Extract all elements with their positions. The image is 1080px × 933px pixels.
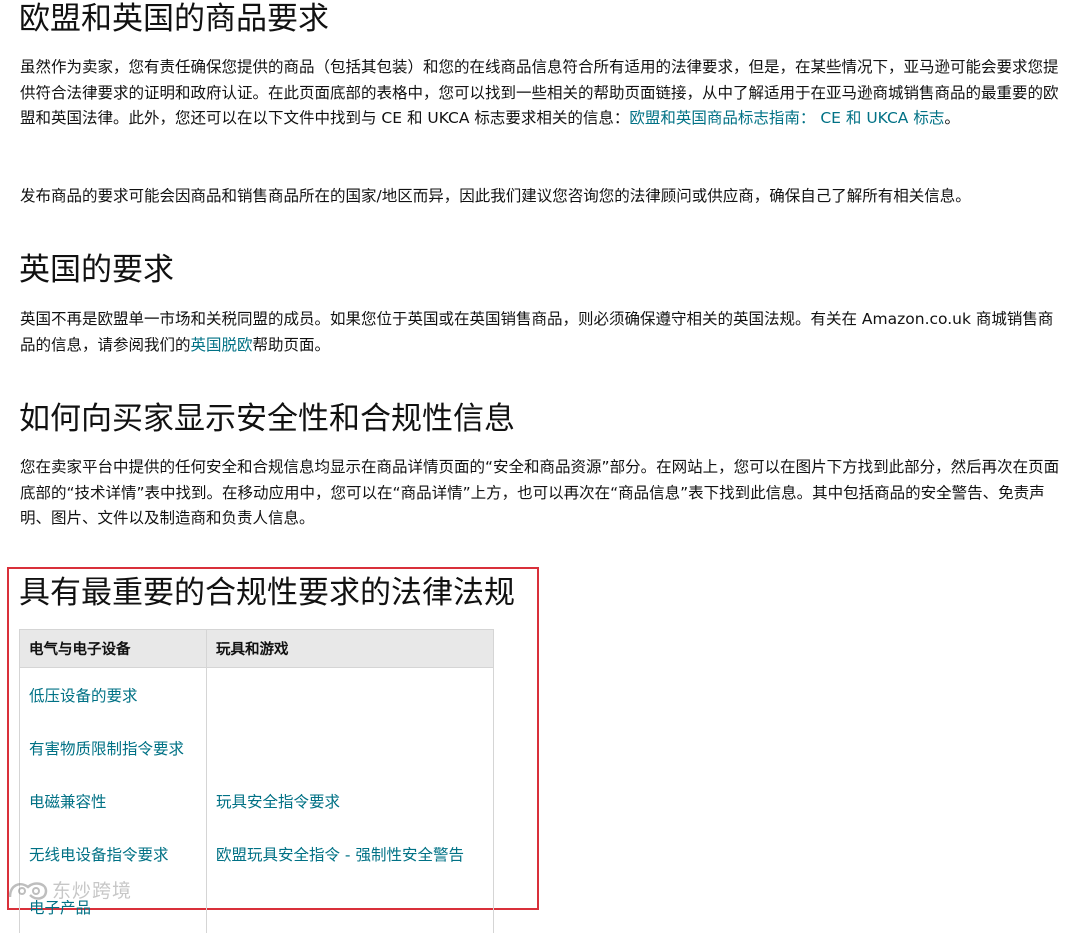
table-row: 低压设备的要求: [19, 667, 494, 721]
section-title-laws: 具有最重要的合规性要求的法律法规: [19, 575, 515, 611]
table-row: 电磁兼容性 玩具安全指令要求: [19, 774, 494, 827]
table-row: 有害物质限制指令要求: [19, 721, 494, 774]
section-title-uk: 英国的要求: [19, 252, 174, 288]
table-cell: 无线电设备指令要求: [19, 827, 207, 880]
uk-paragraph: 英国不再是欧盟单一市场和关税同盟的成员。如果您位于英国或在英国销售商品，则必须确…: [20, 307, 1060, 358]
column-header-toys: 玩具和游戏: [206, 629, 494, 668]
eu-uk-paragraph-2: 发布商品的要求可能会因商品和销售商品所在的国家/地区而异，因此我们建议您咨询您的…: [20, 187, 971, 205]
section-title-eu-uk: 欧盟和英国的商品要求: [19, 1, 329, 37]
section-title-display: 如何向买家显示安全性和合规性信息: [19, 401, 515, 437]
table-cell: [206, 721, 494, 774]
brexit-link[interactable]: 英国脱欧: [191, 336, 253, 354]
watermark: 东炒跨境: [6, 876, 132, 903]
table-cell: 欧盟玩具安全指令 - 强制性安全警告: [206, 827, 494, 880]
table-cell: [206, 667, 494, 721]
uk-paragraph-end: 帮助页面。: [252, 335, 331, 354]
table-cell: [206, 880, 494, 933]
eu-uk-paragraph-1: 虽然作为卖家，您有责任确保您提供的商品（包括其包装）和您的在线商品信息符合所有适…: [20, 55, 1060, 132]
table-header-row: 电气与电子设备 玩具和游戏: [19, 629, 494, 668]
table-row: 无线电设备指令要求 欧盟玩具安全指令 - 强制性安全警告: [19, 827, 494, 880]
rohs-link[interactable]: 有害物质限制指令要求: [29, 740, 184, 758]
watermark-text: 东炒跨境: [52, 880, 133, 902]
emc-link[interactable]: 电磁兼容性: [29, 793, 107, 811]
table-cell: 玩具安全指令要求: [206, 774, 494, 827]
eu-uk-paragraph-1-end: 。: [944, 109, 960, 127]
watermark-logo-icon: [8, 881, 48, 900]
table-cell: 电磁兼容性: [19, 774, 207, 827]
eu-toy-warnings-link[interactable]: 欧盟玩具安全指令 - 强制性安全警告: [216, 846, 464, 864]
uk-paragraph-text: 英国不再是欧盟单一市场和关税同盟的成员。如果您位于英国或在英国销售商品，则必须确…: [20, 310, 1054, 354]
display-paragraph: 您在卖家平台中提供的任何安全和合规信息均显示在商品详情页面的“安全和商品资源”部…: [20, 458, 1060, 527]
ce-ukca-guide-link[interactable]: 欧盟和英国商品标志指南： CE 和 UKCA 标志: [629, 109, 944, 127]
toy-safety-link[interactable]: 玩具安全指令要求: [216, 793, 340, 811]
table-cell: 有害物质限制指令要求: [19, 721, 207, 774]
column-header-electrical: 电气与电子设备: [19, 629, 207, 668]
table-cell: 低压设备的要求: [19, 667, 207, 721]
radio-equipment-link[interactable]: 无线电设备指令要求: [29, 846, 169, 864]
low-voltage-link[interactable]: 低压设备的要求: [29, 687, 138, 705]
